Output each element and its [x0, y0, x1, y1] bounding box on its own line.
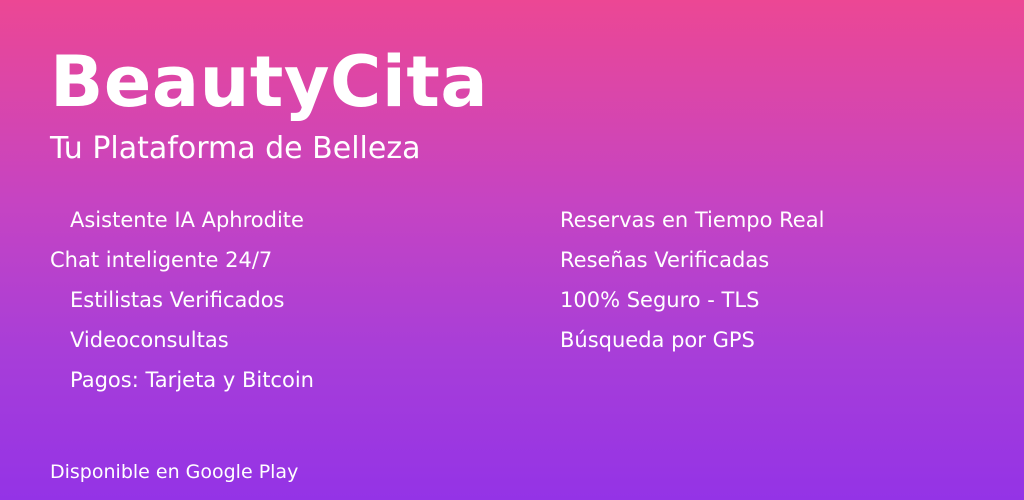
feature-item-security: 100% Seguro - TLS [560, 288, 760, 312]
feature-list-left: Asistente IA Aphrodite Chat inteligente … [50, 200, 314, 400]
feature-item-payments: Pagos: Tarjeta y Bitcoin [70, 368, 314, 392]
feature-item-ai-assistant: Asistente IA Aphrodite [70, 208, 304, 232]
feature-item-chat: Chat inteligente 24/7 [50, 248, 273, 272]
feature-list-right: Reservas en Tiempo Real Reseñas Verifica… [560, 200, 824, 360]
feature-item-stylists: Estilistas Verificados [70, 288, 285, 312]
feature-item-verified-reviews: Reseñas Verificadas [560, 248, 770, 272]
app-subtitle: Tu Plataforma de Belleza [50, 131, 421, 166]
feature-item-gps-search: Búsqueda por GPS [560, 328, 755, 352]
app-title: BeautyCita [50, 41, 489, 123]
availability-text: Disponible en Google Play [50, 461, 299, 483]
feature-item-realtime-booking: Reservas en Tiempo Real [560, 208, 825, 232]
feature-item-videoconsults: Videoconsultas [70, 328, 229, 352]
